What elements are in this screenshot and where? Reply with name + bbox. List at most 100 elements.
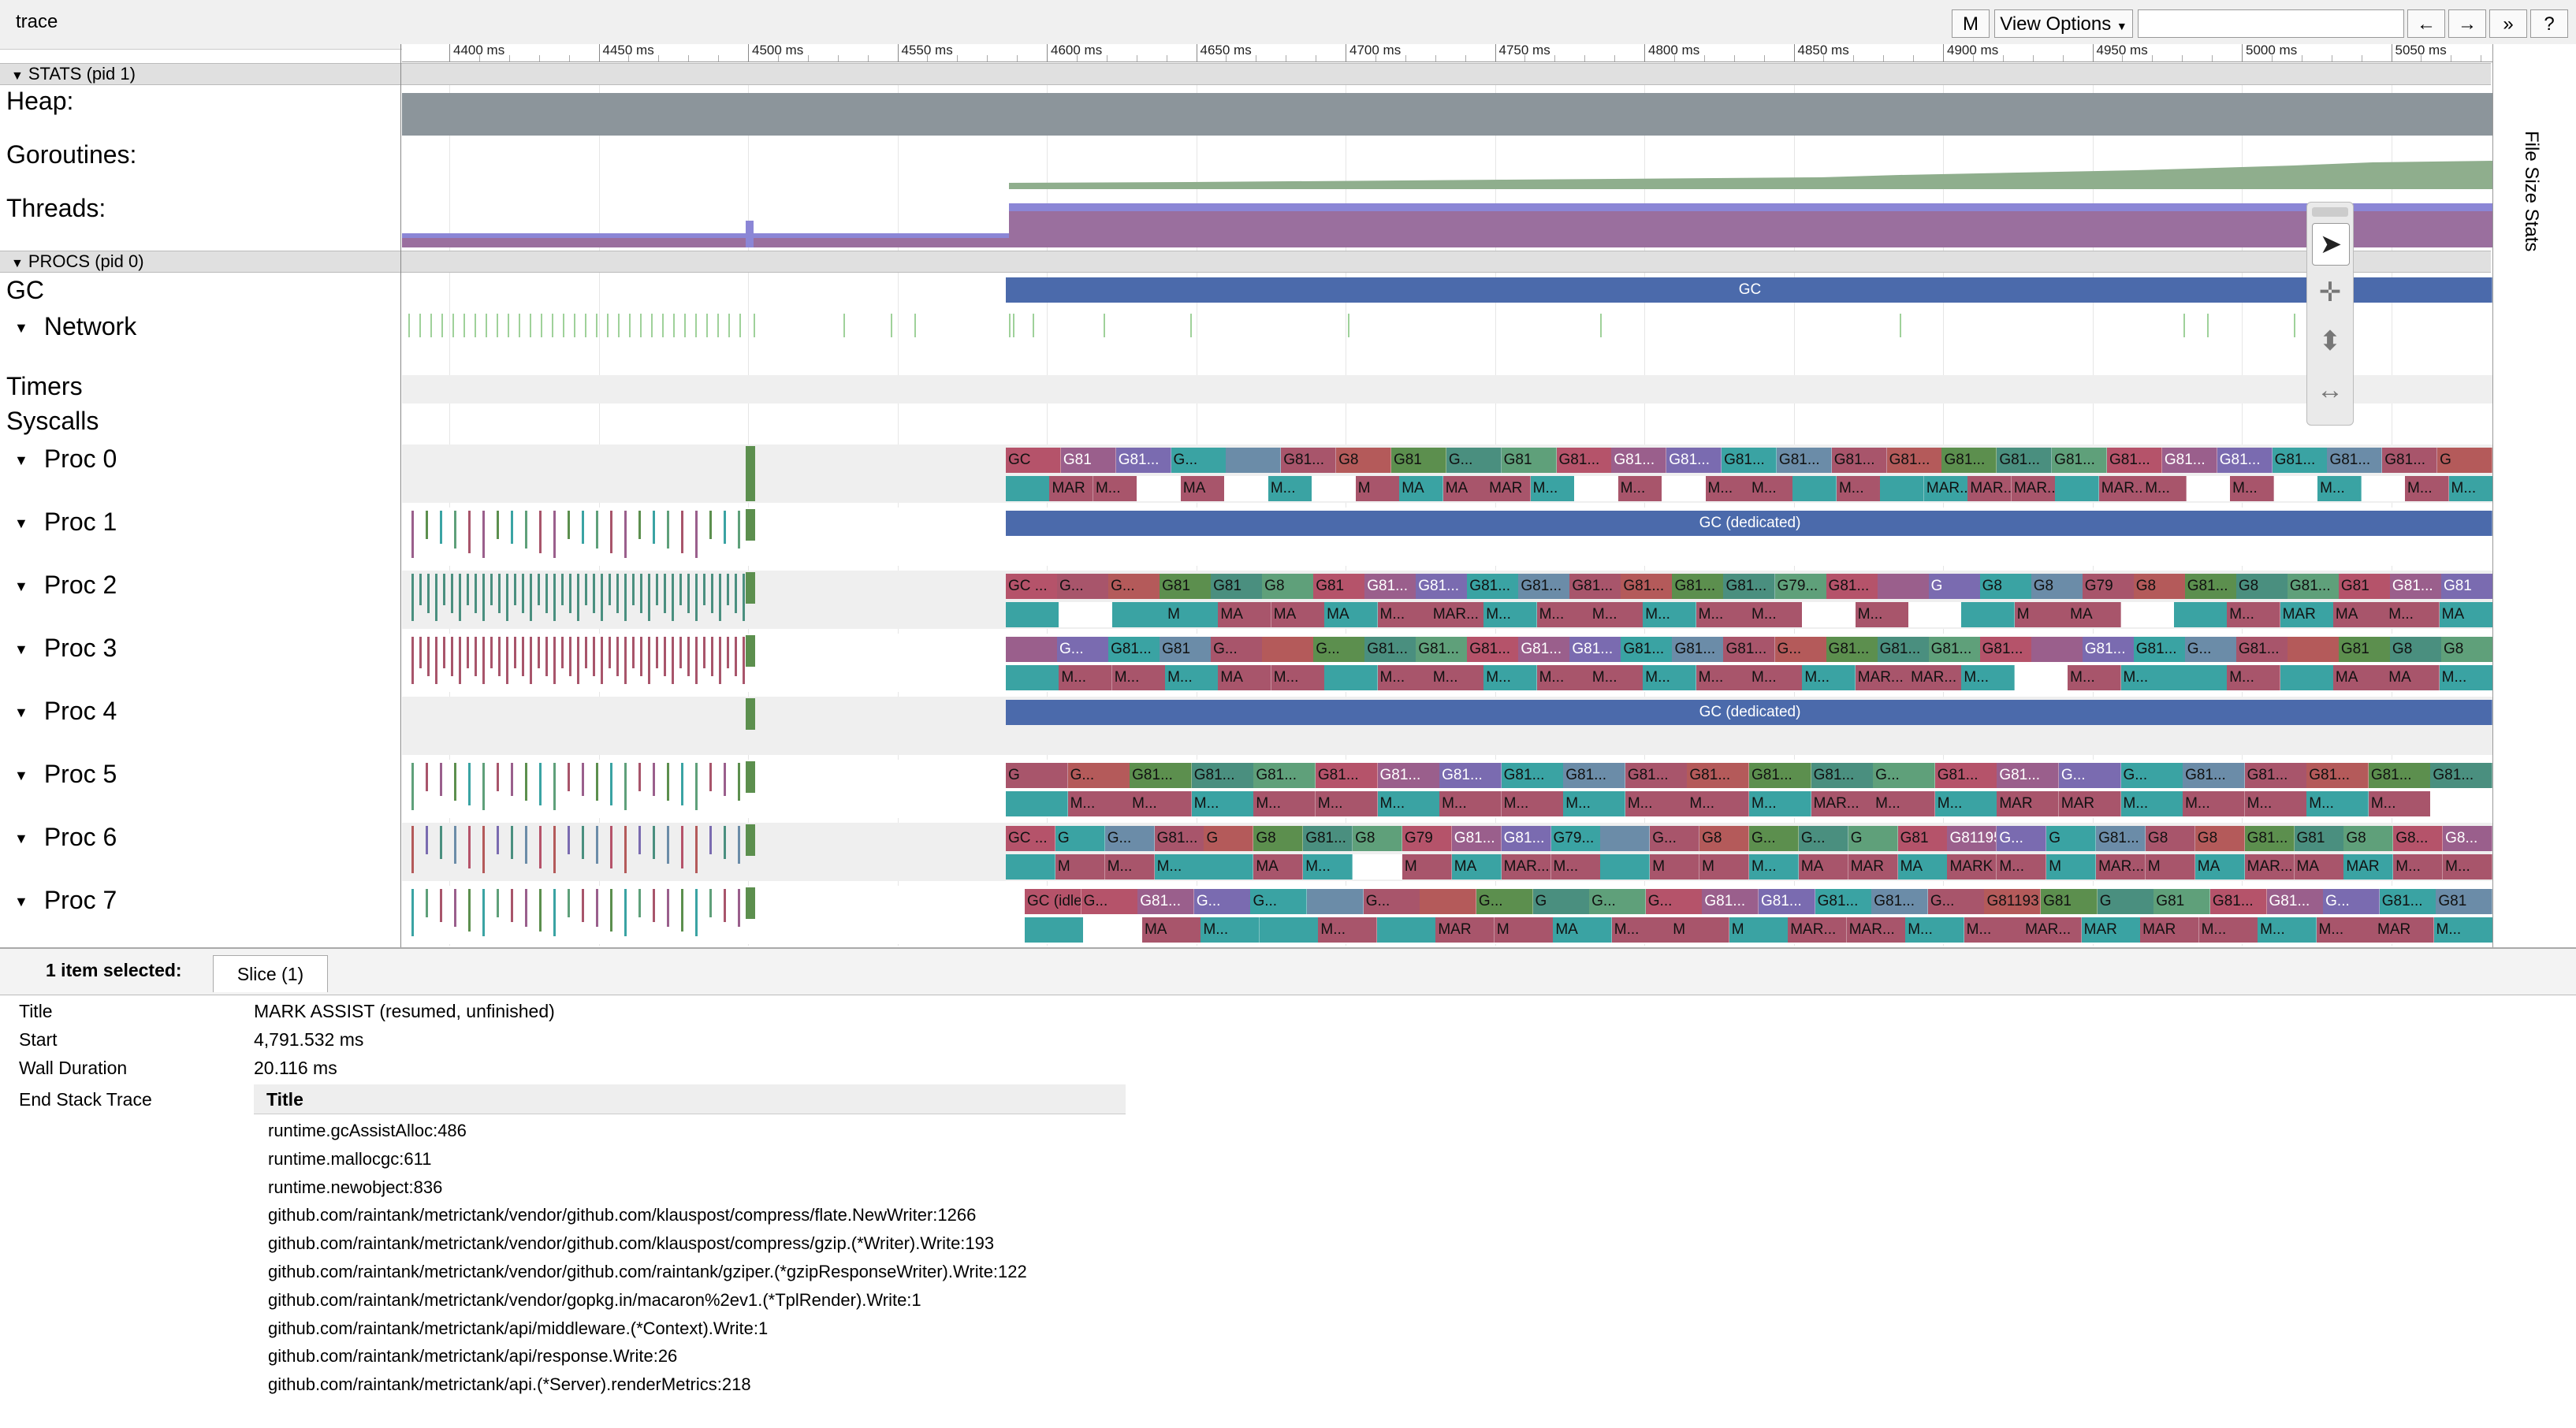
goroutine-slice[interactable]: G...	[1997, 826, 2047, 851]
goroutine-blip[interactable]	[709, 889, 712, 917]
goroutine-blip[interactable]	[640, 637, 642, 676]
mark-assist-slice[interactable]: M...	[1749, 602, 1803, 627]
mark-assist-slice[interactable]: M...	[1934, 791, 1997, 816]
mark-assist-slice[interactable]	[2055, 476, 2100, 501]
goroutine-slice[interactable]: G8119584 ...	[1947, 826, 1997, 851]
goroutine-blip[interactable]	[545, 574, 548, 613]
goroutines-counter[interactable]	[402, 139, 2492, 189]
goroutine-slice[interactable]: G81...	[1997, 763, 2060, 788]
goroutine-blip[interactable]	[610, 763, 612, 805]
goroutine-blip[interactable]	[468, 889, 471, 932]
goroutine-blip[interactable]	[711, 637, 713, 676]
mark-assist-slice[interactable]: MA	[1180, 476, 1225, 501]
goroutine-blip[interactable]	[568, 889, 570, 917]
goroutine-slice[interactable]: G81...	[1877, 637, 1930, 662]
goroutine-slice[interactable]: G...	[1446, 448, 1502, 473]
goroutine-blip[interactable]	[497, 511, 499, 539]
goroutine-slice[interactable]: G81...	[1934, 763, 1997, 788]
goroutine-slice[interactable]: G81...	[2389, 574, 2442, 599]
goroutine-blip[interactable]	[746, 887, 755, 919]
goroutine-blip[interactable]	[426, 511, 428, 539]
goroutine-slice[interactable]: G81...	[2183, 763, 2246, 788]
proc-label[interactable]: ▼ Proc 5	[14, 760, 117, 789]
goroutine-blip[interactable]	[497, 889, 499, 917]
mark-assist-slice[interactable]: MAR...	[1846, 917, 1906, 943]
goroutine-blip[interactable]	[681, 763, 683, 805]
goroutine-slice[interactable]: G81...	[1451, 826, 1502, 851]
goroutine-slice[interactable]: G8	[2389, 637, 2442, 662]
mark-assist-slice[interactable]: M...	[1377, 602, 1431, 627]
mark-assist-slice[interactable]: M...	[1589, 602, 1644, 627]
goroutine-slice[interactable]	[2031, 637, 2083, 662]
mark-assist-slice[interactable]: MAR...	[2096, 854, 2146, 879]
goroutine-slice[interactable]: G81...	[2244, 826, 2295, 851]
mark-assist-slice[interactable]: MAR	[1997, 791, 2060, 816]
goroutine-slice[interactable]: G8	[1699, 826, 1750, 851]
goroutine-blip[interactable]	[632, 574, 635, 605]
goroutine-slice[interactable]: G81...	[1501, 763, 1564, 788]
gc-dedicated-slice[interactable]: GC (dedicated)	[1006, 511, 2492, 536]
goroutine-slice[interactable]: G81...	[1979, 637, 2032, 662]
goroutine-slice[interactable]: G...	[1774, 637, 1827, 662]
goroutine-blip[interactable]	[695, 511, 698, 558]
mark-assist-slice[interactable]: MARK A...	[1947, 854, 1997, 879]
mark-assist-slice[interactable]: M...	[2439, 665, 2493, 690]
mark-assist-slice[interactable]: MA	[2386, 665, 2440, 690]
goroutine-slice[interactable]: G...	[2323, 889, 2381, 914]
mark-assist-slice[interactable]: MAR	[2140, 917, 2200, 943]
goroutine-slice[interactable]: G81...	[2382, 448, 2438, 473]
goroutine-slice[interactable]: G...	[2058, 763, 2121, 788]
mark-assist-slice[interactable]	[2430, 791, 2493, 816]
goroutine-slice[interactable]: G81...	[1672, 574, 1725, 599]
stack-frame[interactable]: runtime.newobject:836	[268, 1177, 442, 1198]
mark-assist-slice[interactable]: M...	[1430, 665, 1484, 690]
goroutine-slice[interactable]: G81...	[1625, 763, 1688, 788]
goroutine-blip[interactable]	[490, 637, 493, 668]
goroutine-slice[interactable]: G81...	[2244, 763, 2307, 788]
goroutine-blip[interactable]	[601, 637, 603, 684]
goroutine-blip[interactable]	[724, 763, 726, 796]
mark-assist-slice[interactable]: M...	[1483, 602, 1538, 627]
goroutine-blip[interactable]	[514, 637, 516, 668]
stack-frame[interactable]: github.com/raintank/metrictank/vendor/gi…	[268, 1262, 1027, 1282]
goroutine-blip[interactable]	[746, 761, 755, 793]
mark-assist-slice[interactable]: M...	[1165, 665, 1219, 690]
goroutine-slice[interactable]: G8	[1336, 448, 1392, 473]
goroutine-blip[interactable]	[459, 574, 461, 621]
mark-assist-slice[interactable]: M	[2046, 854, 2097, 879]
goroutine-blip[interactable]	[568, 511, 570, 539]
network-event[interactable]	[640, 314, 642, 337]
mark-assist-slice[interactable]: M...	[1749, 476, 1793, 501]
mark-assist-slice[interactable]: M...	[1749, 854, 1799, 879]
network-event[interactable]	[519, 314, 520, 337]
goroutine-slice[interactable]: G...	[1250, 889, 1308, 914]
mark-assist-slice[interactable]: MAR	[1049, 476, 1094, 501]
goroutine-blip[interactable]	[553, 574, 556, 621]
mark-assist-slice[interactable]	[2120, 602, 2175, 627]
mark-assist-slice[interactable]: MAR...	[2098, 476, 2143, 501]
goroutine-slice[interactable]: GC ...	[1006, 574, 1058, 599]
mark-assist-slice[interactable]	[1376, 917, 1436, 943]
goroutine-blip[interactable]	[638, 889, 641, 917]
mark-assist-slice[interactable]	[1961, 602, 2016, 627]
mark-assist-slice[interactable]	[1324, 665, 1379, 690]
network-event[interactable]	[441, 314, 443, 337]
goroutine-blip[interactable]	[719, 637, 721, 684]
goroutine-slice[interactable]: G81...	[2306, 763, 2369, 788]
goroutine-blip[interactable]	[553, 763, 556, 810]
network-event[interactable]	[728, 314, 730, 337]
network-event[interactable]	[563, 314, 564, 337]
proc-label[interactable]: ▼ Proc 4	[14, 697, 117, 726]
goroutine-blip[interactable]	[703, 574, 705, 605]
mark-assist-slice[interactable]: M...	[1483, 665, 1538, 690]
goroutine-blip[interactable]	[482, 889, 485, 936]
goroutine-blip[interactable]	[553, 637, 556, 684]
goroutine-blip[interactable]	[561, 574, 564, 605]
goroutine-slice[interactable]: G81...	[1826, 574, 1878, 599]
proc-label[interactable]: ▼ Proc 0	[14, 444, 117, 474]
mark-assist-slice[interactable]: M...	[1253, 791, 1316, 816]
mark-assist-slice[interactable]: MA	[1897, 854, 1948, 879]
goroutine-blip[interactable]	[667, 511, 669, 549]
mark-assist-slice[interactable]: MA	[2332, 665, 2387, 690]
goroutine-blip[interactable]	[467, 574, 469, 605]
